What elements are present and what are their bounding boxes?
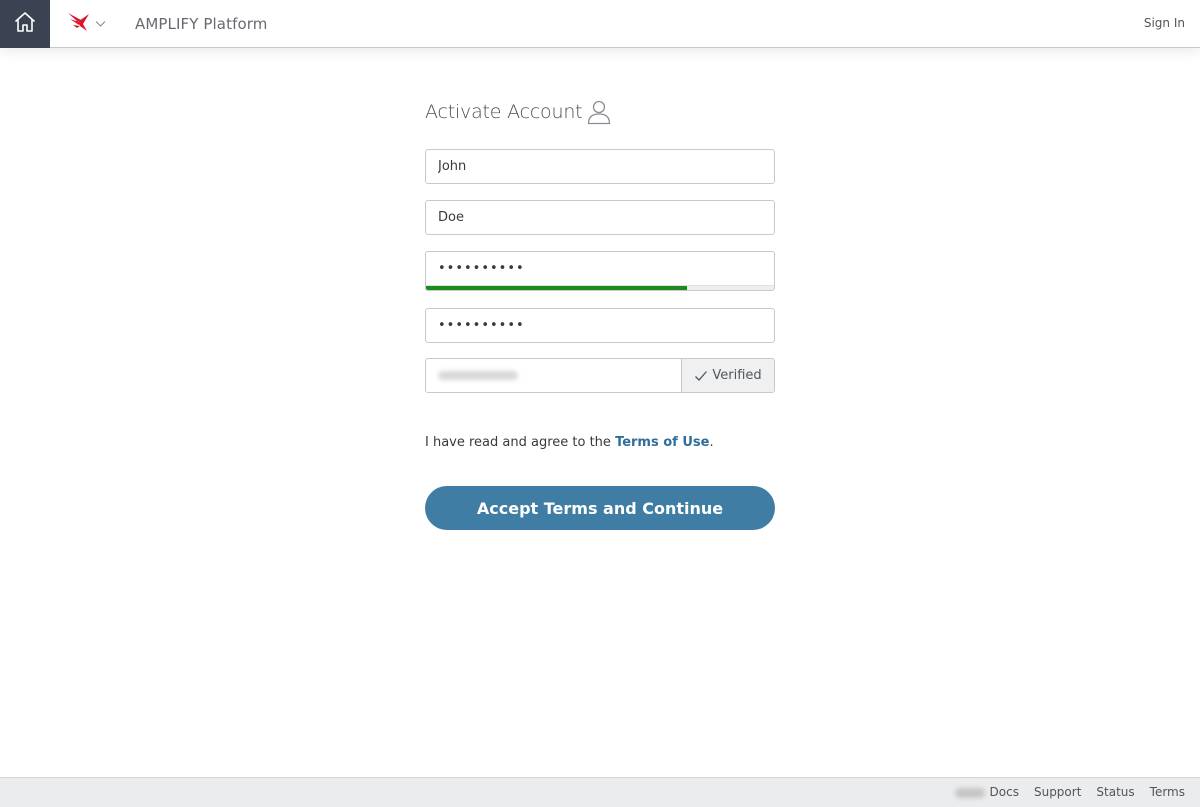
email-field: Verified [425, 358, 775, 393]
sign-in-link[interactable]: Sign In [1144, 16, 1185, 30]
terms-of-use-link[interactable]: Terms of Use [615, 435, 709, 450]
top-navigation-bar: AMPLIFY Platform Sign In [0, 0, 1200, 48]
last-name-input[interactable] [425, 200, 775, 235]
password-strength-fill [426, 286, 687, 290]
form-heading: Activate Account [425, 96, 775, 128]
footer-links: Docs Support Status Terms [975, 785, 1185, 799]
footer: Docs Support Status Terms [0, 777, 1200, 807]
password-strength-meter [426, 285, 774, 290]
home-button[interactable] [0, 0, 50, 48]
user-icon [587, 99, 611, 125]
terms-text: I have read and agree to the [425, 435, 611, 450]
activate-account-form: Activate Account Verified [425, 96, 775, 530]
footer-link-terms[interactable]: Terms [1150, 785, 1185, 799]
footer-link-docs[interactable]: Docs [990, 785, 1019, 799]
app-title: AMPLIFY Platform [135, 14, 268, 33]
footer-link-support[interactable]: Support [1034, 785, 1081, 799]
email-status-label: Verified [712, 368, 762, 383]
password-input[interactable] [426, 252, 774, 285]
platform-switcher[interactable] [67, 0, 106, 48]
check-icon [694, 370, 708, 382]
terms-suffix: . [709, 435, 714, 450]
confirm-password-input[interactable] [425, 308, 775, 343]
email-verified-badge: Verified [681, 359, 774, 392]
first-name-input[interactable] [425, 149, 775, 184]
accept-terms-button[interactable]: Accept Terms and Continue [425, 486, 775, 530]
password-field [425, 251, 775, 291]
terms-agreement: I have read and agree to the Terms of Us… [425, 435, 714, 450]
email-input[interactable] [426, 359, 681, 392]
axway-logo-icon [67, 11, 91, 37]
email-value-redacted [438, 371, 518, 380]
footer-link-status[interactable]: Status [1096, 785, 1134, 799]
chevron-down-icon [95, 20, 106, 28]
page-title: Activate Account [425, 101, 583, 123]
home-icon [13, 10, 37, 38]
